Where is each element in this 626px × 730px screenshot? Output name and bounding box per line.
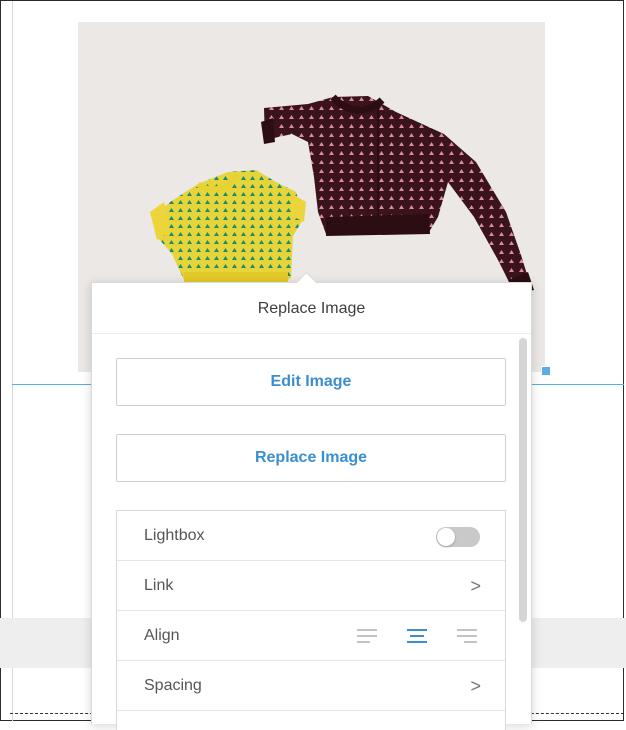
popover-scrollbar[interactable]	[519, 338, 527, 622]
replace-image-button[interactable]: Replace Image	[116, 434, 506, 482]
resize-handle[interactable]	[541, 366, 551, 376]
image-settings-list: Lightbox Link > Align Spacing >	[116, 510, 506, 730]
link-label: Link	[144, 577, 174, 594]
image-options-popover: Replace Image Edit Image Replace Image L…	[91, 271, 532, 730]
edit-image-button[interactable]: Edit Image	[116, 358, 506, 406]
spacing-row[interactable]: Spacing >	[117, 661, 505, 711]
link-row[interactable]: Link >	[117, 561, 505, 611]
align-label: Align	[144, 627, 180, 644]
lightbox-row[interactable]: Lightbox	[117, 511, 505, 561]
align-left-icon[interactable]	[357, 628, 379, 644]
lightbox-label: Lightbox	[144, 527, 205, 544]
toggle-knob	[437, 528, 455, 546]
align-options	[357, 628, 487, 644]
align-right-icon[interactable]	[457, 628, 479, 644]
spacing-label: Spacing	[144, 677, 202, 694]
chevron-right-icon: >	[470, 576, 481, 596]
left-border-line	[12, 1, 13, 721]
chevron-right-icon: >	[470, 676, 481, 696]
align-row: Align	[117, 611, 505, 661]
lightbox-toggle[interactable]	[436, 527, 480, 547]
align-center-icon[interactable]	[407, 628, 429, 644]
popover-title: Replace Image	[92, 283, 531, 334]
